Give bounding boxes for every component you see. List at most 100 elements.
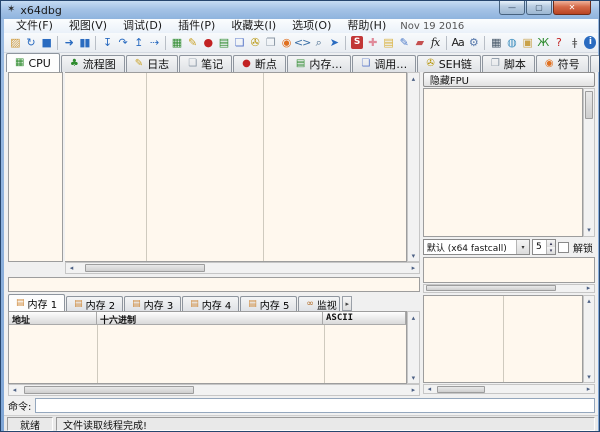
scroll-thumb[interactable]: [85, 264, 205, 272]
scroll-down-button[interactable]: ▾: [584, 371, 595, 382]
info-pane[interactable]: [8, 277, 420, 292]
menu-plugins[interactable]: 插件(P): [170, 19, 223, 33]
column-address[interactable]: 地址: [9, 312, 97, 324]
step-into-icon[interactable]: ↧: [99, 34, 115, 51]
tab-source[interactable]: <> 源代码: [590, 55, 600, 72]
disasm-sidebar-pane[interactable]: [8, 72, 63, 262]
seh-chain-icon[interactable]: ✇: [247, 34, 263, 51]
tab-graph[interactable]: ♣ 流程图: [61, 55, 125, 72]
spin-up-button[interactable]: ▴: [546, 240, 555, 247]
scroll-up-button[interactable]: ▴: [408, 312, 419, 323]
scroll-down-button[interactable]: ▾: [408, 372, 419, 383]
scroll-thumb[interactable]: [585, 91, 593, 119]
package-icon[interactable]: ▣: [519, 34, 535, 51]
disassembly-pane[interactable]: [65, 72, 407, 262]
s-badge-icon[interactable]: S: [351, 36, 363, 49]
dump-vscrollbar[interactable]: ▴ ▾: [407, 311, 420, 384]
menu-favourites[interactable]: 收藏夹(I): [223, 19, 284, 33]
tab-dump-2[interactable]: ▤ 内存 2: [66, 296, 123, 311]
dump-hscrollbar[interactable]: ◂ ▸: [8, 384, 420, 396]
calculator-icon[interactable]: ▦: [488, 34, 504, 51]
registers-vscrollbar[interactable]: ▾: [583, 88, 595, 237]
scroll-left-button[interactable]: ◂: [66, 263, 77, 274]
menu-debug[interactable]: 调试(D): [115, 19, 170, 33]
minimize-button[interactable]: —: [499, 1, 525, 15]
memory-map-icon[interactable]: ▤: [216, 34, 232, 51]
spin-down-button[interactable]: ▾: [546, 247, 555, 254]
patch-icon[interactable]: ✚: [365, 34, 381, 51]
scroll-up-button[interactable]: ▴: [584, 296, 595, 307]
column-ascii[interactable]: ASCII: [323, 312, 406, 324]
log-icon[interactable]: ✎: [184, 34, 200, 51]
tab-dump-4[interactable]: ▤ 内存 4: [182, 296, 239, 311]
stack-hscrollbar[interactable]: ◂ ▸: [423, 384, 595, 394]
run-icon[interactable]: ➜: [61, 34, 77, 51]
globe-icon[interactable]: ◍: [504, 34, 520, 51]
tool-icon[interactable]: ǂ: [566, 34, 582, 51]
unlock-checkbox[interactable]: [558, 242, 569, 253]
scroll-thumb[interactable]: [437, 386, 485, 393]
tab-cpu[interactable]: ▦ CPU: [6, 53, 60, 72]
menu-options[interactable]: 选项(O): [284, 19, 339, 33]
open-file-icon[interactable]: ▨: [7, 34, 23, 51]
labels-icon[interactable]: ✎: [396, 34, 412, 51]
preferences-icon[interactable]: ⚙: [465, 34, 481, 51]
source-icon[interactable]: <>: [294, 34, 310, 51]
stack-values-pane[interactable]: [504, 296, 582, 382]
references-icon[interactable]: ⌕: [310, 34, 326, 51]
step-over-icon[interactable]: ↷: [115, 34, 131, 51]
hide-fpu-button[interactable]: 隐藏FPU: [423, 72, 595, 87]
tab-notes[interactable]: ❏ 笔记: [179, 55, 232, 72]
restart-icon[interactable]: ↻: [23, 34, 39, 51]
tab-script[interactable]: ❐ 脚本: [482, 55, 535, 72]
arguments-pane[interactable]: [423, 257, 595, 282]
scroll-right-button[interactable]: ▸: [583, 283, 594, 294]
tab-dump-5[interactable]: ▤ 内存 5: [240, 296, 297, 311]
tab-dump-1[interactable]: ▤ 内存 1: [8, 294, 65, 311]
argument-count-stepper[interactable]: 5 ▴ ▾: [532, 239, 556, 255]
menu-view[interactable]: 视图(V): [61, 19, 115, 33]
calling-convention-select[interactable]: 默认 (x64 fastcall) ▾: [423, 239, 530, 255]
tab-log[interactable]: ✎ 日志: [126, 55, 178, 72]
registers-pane[interactable]: [423, 88, 583, 237]
scroll-up-button[interactable]: ▴: [408, 73, 419, 84]
comments-icon[interactable]: ▤: [380, 34, 396, 51]
tab-dump-3[interactable]: ▤ 内存 3: [124, 296, 181, 311]
call-stack-icon[interactable]: ❏: [231, 34, 247, 51]
help-icon[interactable]: ?: [551, 34, 567, 51]
title-bar[interactable]: ✶ x64dbg — ▢ ✕: [1, 1, 599, 19]
menu-help[interactable]: 帮助(H): [339, 19, 394, 33]
scroll-right-button[interactable]: ▸: [408, 263, 419, 274]
scroll-down-button[interactable]: ▾: [408, 250, 419, 261]
run-to-user-code-icon[interactable]: ⇢: [146, 34, 162, 51]
scroll-right-button[interactable]: ▸: [583, 384, 594, 395]
column-hex[interactable]: 十六进制: [97, 312, 323, 324]
close-process-icon[interactable]: ■: [38, 34, 54, 51]
disasm-vscrollbar[interactable]: ▴ ▾: [407, 72, 420, 262]
chevron-down-icon[interactable]: ▾: [516, 240, 529, 254]
arguments-hscrollbar[interactable]: ▸: [423, 284, 595, 293]
threads-icon[interactable]: ➤: [326, 34, 342, 51]
tab-breakpoints[interactable]: ● 断点: [233, 55, 286, 72]
stack-pane[interactable]: [424, 296, 504, 382]
cpu-icon[interactable]: ▦: [169, 34, 185, 51]
tab-symbols[interactable]: ◉ 符号: [536, 55, 589, 72]
dump-tab-scroll-right-button[interactable]: ▸: [342, 296, 352, 311]
scroll-thumb[interactable]: [426, 285, 556, 291]
script-icon[interactable]: ❐: [263, 34, 279, 51]
breakpoints-icon[interactable]: ●: [200, 34, 216, 51]
tab-call-stack[interactable]: ❏ 调用…: [352, 55, 416, 72]
disasm-hscrollbar[interactable]: ◂ ▸: [65, 262, 420, 274]
close-button[interactable]: ✕: [553, 1, 591, 15]
report-bug-icon[interactable]: Ж: [535, 34, 551, 51]
font-icon[interactable]: Aa: [450, 34, 466, 51]
scroll-right-button[interactable]: ▸: [408, 385, 419, 396]
scroll-thumb[interactable]: [24, 386, 194, 394]
menu-file[interactable]: 文件(F): [8, 19, 61, 33]
scroll-left-button[interactable]: ◂: [424, 384, 435, 395]
maximize-button[interactable]: ▢: [526, 1, 552, 15]
scroll-down-button[interactable]: ▾: [584, 225, 595, 236]
tab-memory-map[interactable]: ▤ 内存…: [287, 55, 351, 72]
scroll-left-button[interactable]: ◂: [9, 385, 20, 396]
tab-watch-1[interactable]: ∞ 监视 1: [298, 296, 340, 311]
